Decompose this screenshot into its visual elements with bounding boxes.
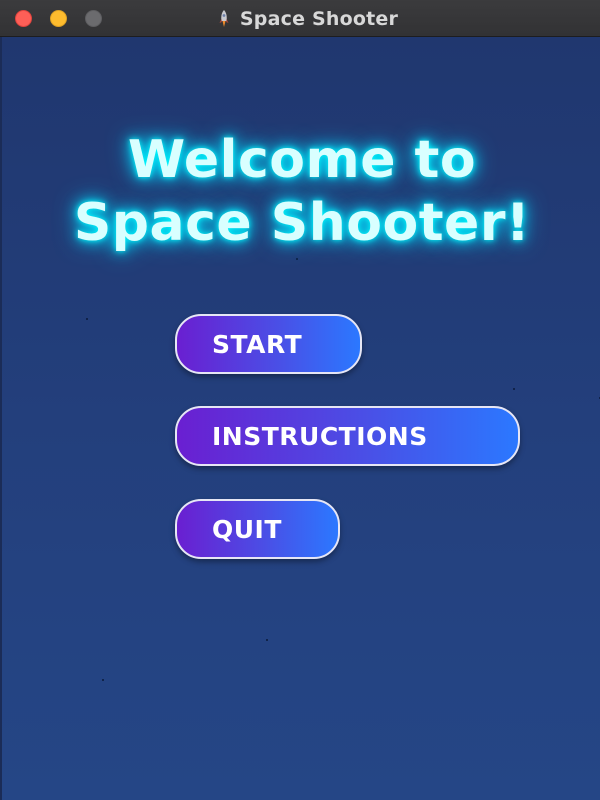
rocket-icon bbox=[219, 9, 229, 27]
star bbox=[266, 639, 268, 641]
title-bar[interactable]: Space Shooter bbox=[0, 0, 600, 37]
welcome-title-line-1: Welcome to bbox=[127, 130, 477, 190]
star bbox=[86, 318, 88, 320]
window-title-group: Space Shooter bbox=[0, 0, 600, 37]
star bbox=[102, 679, 104, 681]
game-window: Space Shooter Welcome to Space Shooter! … bbox=[0, 0, 600, 800]
instructions-button[interactable]: INSTRUCTIONS bbox=[175, 406, 520, 466]
star bbox=[513, 388, 515, 390]
star bbox=[296, 258, 298, 260]
welcome-title-line-2: Space Shooter! bbox=[73, 193, 531, 253]
start-button[interactable]: START bbox=[175, 314, 362, 374]
window-title: Space Shooter bbox=[239, 7, 399, 30]
quit-button[interactable]: QUIT bbox=[175, 499, 340, 559]
welcome-title: Welcome to Space Shooter! bbox=[2, 129, 600, 255]
game-canvas: Welcome to Space Shooter! START INSTRUCT… bbox=[0, 37, 600, 800]
